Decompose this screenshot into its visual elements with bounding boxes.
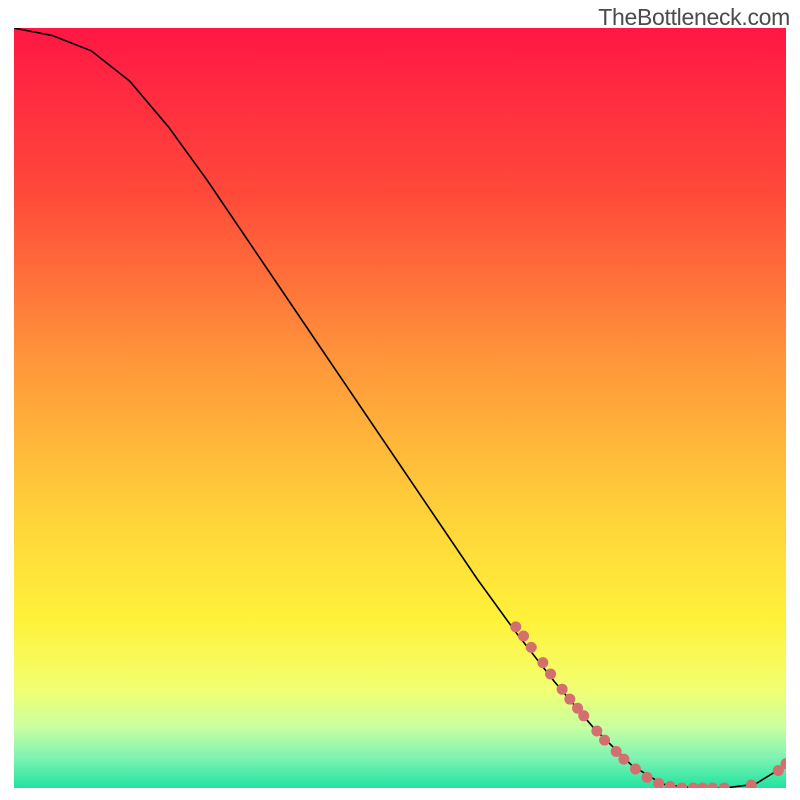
data-point <box>518 631 529 642</box>
data-point <box>618 754 629 765</box>
data-point <box>557 684 568 695</box>
data-point <box>545 669 556 680</box>
chart-svg <box>14 28 786 788</box>
data-point <box>578 710 589 721</box>
data-point <box>591 726 602 737</box>
chart-container: TheBottleneck.com <box>0 0 800 800</box>
plot-area <box>14 28 786 788</box>
data-point <box>599 735 610 746</box>
data-point <box>642 772 653 783</box>
data-point <box>510 621 521 632</box>
data-point <box>564 694 575 705</box>
data-point <box>537 657 548 668</box>
data-point <box>630 764 641 775</box>
data-point <box>526 642 537 653</box>
watermark-text: TheBottleneck.com <box>598 4 790 31</box>
gradient-background <box>14 28 786 788</box>
